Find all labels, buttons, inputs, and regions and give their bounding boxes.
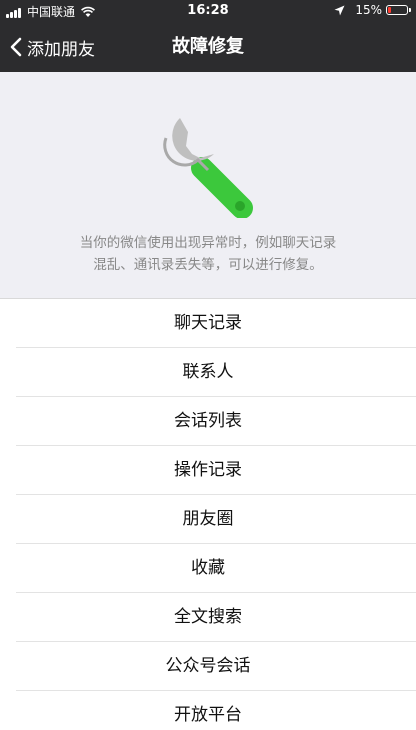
battery-fill: [388, 7, 391, 13]
list-item-operation-log[interactable]: 操作记录: [0, 446, 416, 495]
list-item-full-text-search[interactable]: 全文搜索: [0, 593, 416, 642]
status-bar: 中国联通 16:28 15%: [0, 0, 416, 22]
battery-icon: [386, 5, 411, 15]
header-section: 当你的微信使用出现异常时，例如聊天记录 混乱、通讯录丢失等，可以进行修复。: [0, 72, 416, 298]
list-item-open-platform[interactable]: 开放平台: [0, 691, 416, 730]
list-item-favorites[interactable]: 收藏: [0, 544, 416, 593]
screen: 中国联通 16:28 15% 添加朋友 故障修复 当你的微信使用出现异常时，例如…: [0, 0, 416, 730]
list-item-contacts[interactable]: 联系人: [0, 348, 416, 397]
battery-percent: 15%: [355, 3, 382, 17]
list-item-chat-list[interactable]: 会话列表: [0, 397, 416, 446]
description-line-1: 当你的微信使用出现异常时，例如聊天记录: [79, 235, 337, 251]
back-button[interactable]: 添加朋友: [10, 22, 95, 72]
list-item-official-accounts[interactable]: 公众号会话: [0, 642, 416, 691]
wrench-icon: [163, 118, 253, 218]
battery-tip: [409, 8, 411, 12]
location-icon: [334, 5, 345, 15]
description: 当你的微信使用出现异常时，例如聊天记录 混乱、通讯录丢失等，可以进行修复。: [40, 232, 376, 276]
status-right: 15%: [334, 3, 411, 17]
repair-options-list: 聊天记录 联系人 会话列表 操作记录 朋友圈 收藏 全文搜索 公众号会话 开放平…: [0, 298, 416, 730]
back-label: 添加朋友: [27, 39, 95, 60]
list-item-moments[interactable]: 朋友圈: [0, 495, 416, 544]
description-line-2: 混乱、通讯录丢失等，可以进行修复。: [93, 257, 323, 273]
nav-bar: 添加朋友 故障修复: [0, 22, 416, 72]
list-item-chat-history[interactable]: 聊天记录: [0, 299, 416, 348]
chevron-left-icon: [10, 37, 22, 57]
